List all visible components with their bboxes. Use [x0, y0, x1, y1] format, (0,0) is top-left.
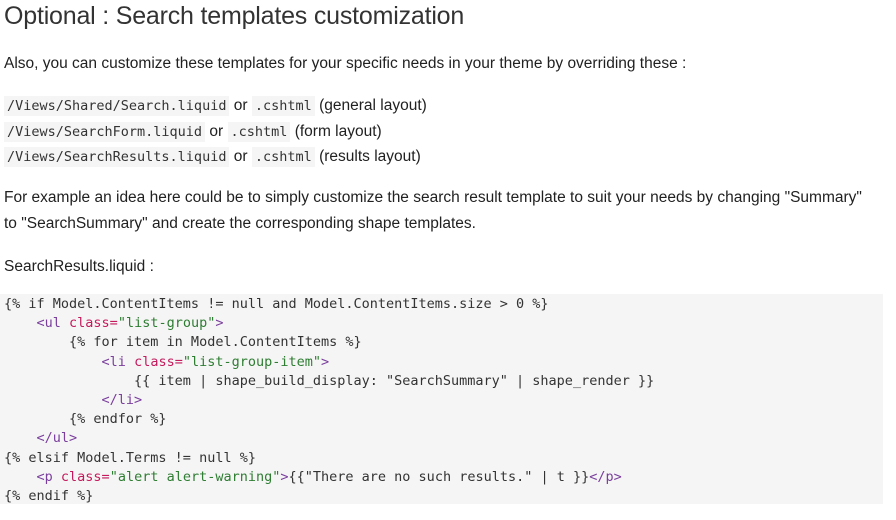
path-code: /Views/SearchResults.liquid — [4, 147, 230, 168]
tag-open: <li — [101, 353, 126, 370]
code-line-11: {% endif %} — [4, 488, 94, 504]
extension-code: .cshtml — [251, 96, 315, 116]
path-or: or — [233, 97, 248, 114]
code-block: {% if Model.ContentItems != null and Mod… — [0, 294, 883, 504]
tag-close: > — [215, 315, 224, 332]
code-line-7: {% endfor %} — [4, 411, 167, 428]
file-label: SearchResults.liquid : — [4, 258, 154, 275]
template-path-list: /Views/Shared/Search.liquid or .cshtml (… — [4, 93, 427, 170]
attr-name: class= — [125, 353, 183, 370]
liquid-expression: {{"There are no such results." | t }} — [288, 468, 590, 485]
attr-value: "list-group-item" — [182, 353, 322, 370]
code-line-3: {% for item in Model.ContentItems %} — [4, 334, 362, 351]
path-note: (general layout) — [319, 97, 427, 114]
path-code: /Views/Shared/Search.liquid — [4, 96, 230, 116]
path-note: (form layout) — [294, 122, 382, 140]
path-or: or — [209, 122, 224, 140]
tag-end: </ul> — [36, 430, 78, 447]
code-line-1: {% if Model.ContentItems != null and Mod… — [4, 296, 549, 312]
attr-name: class= — [52, 468, 110, 485]
path-code: /Views/SearchForm.liquid — [4, 121, 206, 142]
extension-code: .cshtml — [251, 147, 315, 168]
tag-open: <p — [36, 468, 53, 485]
path-row-results: /Views/SearchResults.liquid or .cshtml (… — [4, 144, 427, 170]
code-line-5: {{ item | shape_build_display: "SearchSu… — [4, 372, 655, 389]
tag-end: </p> — [589, 468, 622, 485]
extension-code: .cshtml — [227, 121, 291, 142]
path-note: (results layout) — [319, 148, 421, 166]
document-page: Optional : Search templates customizatio… — [0, 0, 896, 520]
path-row-form: /Views/SearchForm.liquid or .cshtml (for… — [4, 119, 427, 145]
tag-close: > — [280, 468, 289, 485]
code-line-9: {% elsif Model.Terms != null %} — [4, 449, 256, 466]
intro-paragraph: Also, you can customize these templates … — [4, 55, 687, 72]
example-paragraph: For example an idea here could be to sim… — [4, 189, 862, 232]
tag-close: > — [321, 353, 330, 370]
tag-end: </li> — [101, 392, 143, 409]
tag-open: <ul — [36, 315, 61, 332]
section-heading: Optional : Search templates customizatio… — [4, 2, 465, 30]
attr-name: class= — [60, 315, 118, 332]
path-row-general: /Views/Shared/Search.liquid or .cshtml (… — [4, 93, 427, 119]
path-or: or — [233, 148, 248, 166]
attr-value: "alert alert-warning" — [109, 468, 281, 485]
attr-value: "list-group" — [117, 315, 216, 332]
